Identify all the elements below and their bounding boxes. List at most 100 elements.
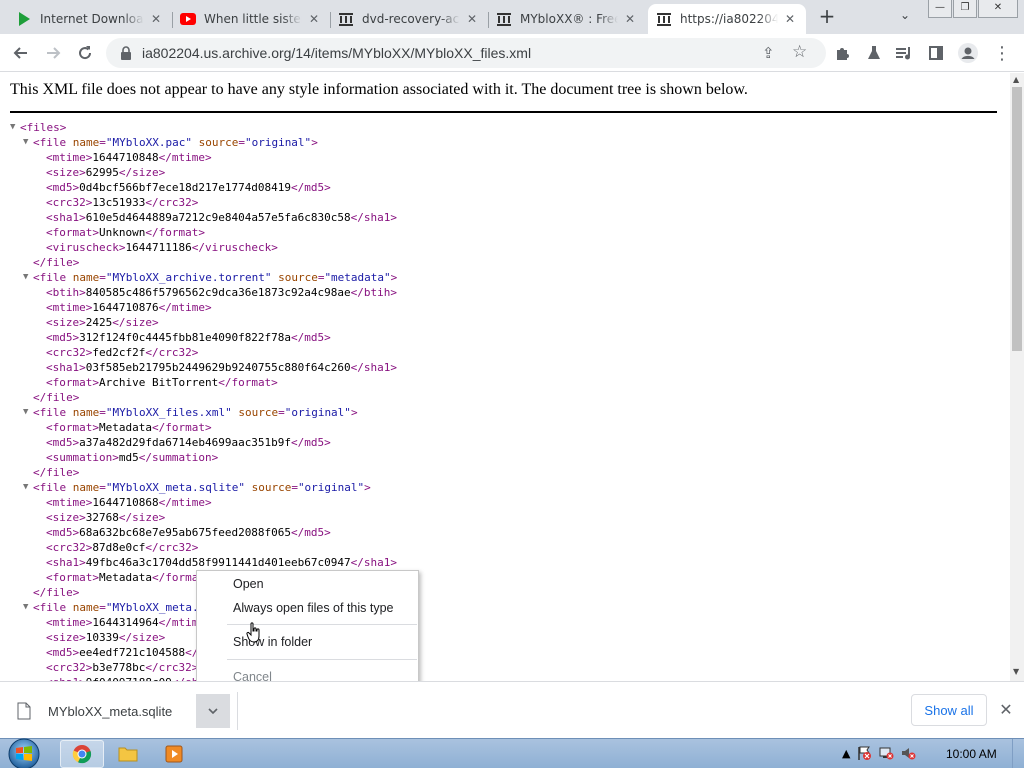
scrollbar-thumb[interactable]: [1012, 87, 1022, 351]
profile-avatar-icon[interactable]: [958, 43, 978, 63]
xml-tag: </sha1>: [350, 361, 398, 374]
menu-item-open[interactable]: Open: [233, 574, 264, 594]
collapse-triangle-icon[interactable]: ▼: [23, 600, 33, 615]
forward-button[interactable]: [40, 40, 66, 66]
xml-text: 62995: [85, 166, 119, 179]
taskbar-chrome[interactable]: [60, 740, 104, 768]
xml-attr-name: name: [66, 136, 100, 149]
tab-mybloxx[interactable]: MYbloXX® : Free ✕: [488, 4, 646, 34]
tab-youtube[interactable]: When little sister ✕: [172, 4, 330, 34]
tab-active-xml[interactable]: https://ia802204.us. ✕: [648, 4, 806, 34]
xml-line: <md5>a37a482d29fda6714eb4699aac351b9f</m…: [0, 435, 397, 450]
green-play-icon: [16, 11, 32, 27]
bookmark-star-icon[interactable]: ☆: [792, 42, 807, 62]
collapse-triangle-icon[interactable]: ▼: [10, 120, 20, 135]
xml-line: <format>Unknown</format>: [0, 225, 397, 240]
xml-text: 840585c486f5796562c9dca36e1873c92a4c98ae: [85, 286, 351, 299]
xml-line: <crc32>87d8e0cf</crc32>: [0, 540, 397, 555]
browser-toolbar: ia802204.us.archive.org/14/items/MYbloXX…: [0, 34, 1024, 72]
show-all-button[interactable]: Show all: [911, 694, 987, 726]
side-panel-icon[interactable]: [926, 43, 946, 63]
url-text[interactable]: ia802204.us.archive.org/14/items/MYbloXX…: [142, 45, 531, 61]
xml-attr-value: "original": [297, 481, 365, 494]
kebab-menu-icon[interactable]: ⋮: [992, 43, 1012, 64]
xml-tag: </crc32>: [145, 346, 199, 359]
xml-text: b3e778bc: [92, 661, 146, 674]
youtube-icon: [180, 11, 196, 27]
xml-tag: >: [59, 121, 67, 134]
action-center-flag-icon[interactable]: [856, 745, 872, 761]
xml-text: 13c51933: [92, 196, 146, 209]
xml-tag: </file>: [33, 586, 80, 599]
tab-search-chevron-icon[interactable]: ⌄: [896, 8, 914, 26]
xml-line: <crc32>13c51933</crc32>: [0, 195, 397, 210]
xml-tag: <crc32>: [46, 346, 93, 359]
menu-item-always-open[interactable]: Always open files of this type: [233, 598, 394, 618]
tab-internet-download-manager[interactable]: Internet Download Manager ✕: [8, 4, 172, 34]
close-tab-icon[interactable]: ✕: [622, 11, 638, 27]
minimize-button[interactable]: —: [928, 0, 952, 18]
share-icon[interactable]: ⇪: [762, 44, 775, 62]
network-icon[interactable]: [878, 745, 894, 761]
new-tab-button[interactable]: +: [816, 6, 838, 28]
extensions-puzzle-icon[interactable]: [832, 43, 852, 63]
vertical-scrollbar[interactable]: ▲ ▼: [1010, 73, 1024, 681]
xml-text: fed2cf2f: [92, 346, 146, 359]
xml-notice: This XML file does not appear to have an…: [10, 81, 997, 113]
xml-text: 312f124f0c4445fbb81e4090f822f78a: [79, 331, 292, 344]
download-context-menu: Open Always open files of this type Show…: [196, 570, 419, 691]
reload-button[interactable]: [72, 40, 98, 66]
close-tab-icon[interactable]: ✕: [306, 11, 322, 27]
close-window-button[interactable]: ✕: [978, 0, 1018, 18]
mouse-cursor-icon: [246, 622, 260, 643]
menu-divider: [227, 659, 417, 660]
lab-flask-icon[interactable]: [864, 43, 884, 63]
xml-tag: <btih>: [46, 286, 86, 299]
xml-line: ▼ <files>: [0, 120, 397, 135]
xml-line: <btih>840585c486f5796562c9dca36e1873c92a…: [0, 285, 397, 300]
volume-muted-icon[interactable]: [900, 745, 916, 761]
collapse-triangle-icon[interactable]: ▼: [23, 480, 33, 495]
xml-tag: <md5>: [46, 436, 80, 449]
xml-tag: <size>: [46, 166, 86, 179]
media-playlist-icon[interactable]: [894, 43, 914, 63]
xml-line: <mtime>1644710876</mtime>: [0, 300, 397, 315]
taskbar-media-player[interactable]: [152, 740, 196, 768]
tray-expand-icon[interactable]: ▲: [842, 747, 850, 760]
close-tab-icon[interactable]: ✕: [782, 11, 798, 27]
close-shelf-icon[interactable]: ✕: [996, 700, 1016, 720]
lock-icon[interactable]: [118, 45, 134, 61]
scroll-down-arrow-icon[interactable]: ▼: [1013, 667, 1019, 676]
forward-arrow-icon: [47, 47, 61, 59]
xml-tag: <mtime>: [46, 301, 93, 314]
restore-button[interactable]: ❐: [953, 0, 977, 18]
taskbar-clock[interactable]: 10:00 AM: [946, 747, 997, 761]
archive-icon: [496, 11, 512, 27]
address-bar[interactable]: ia802204.us.archive.org/14/items/MYbloXX…: [106, 38, 826, 68]
collapse-triangle-icon[interactable]: ▼: [23, 135, 33, 150]
close-tab-icon[interactable]: ✕: [148, 11, 164, 27]
download-shelf: MYbloXX_meta.sqlite Show all ✕: [0, 681, 1024, 738]
xml-attr-value: "MYbloXX_meta.sqlite": [105, 481, 245, 494]
taskbar-explorer[interactable]: [106, 740, 150, 768]
tab-dvd-recovery[interactable]: dvd-recovery-ace ✕: [330, 4, 488, 34]
download-options-chevron-icon[interactable]: [196, 694, 230, 728]
xml-tag: <size>: [46, 511, 86, 524]
xml-tag: <crc32>: [46, 661, 93, 674]
collapse-triangle-icon[interactable]: ▼: [23, 405, 33, 420]
back-button[interactable]: [8, 40, 34, 66]
scroll-up-arrow-icon[interactable]: ▲: [1013, 75, 1019, 84]
xml-tag: </format>: [145, 226, 205, 239]
menu-item-show-in-folder[interactable]: Show in folder: [233, 632, 312, 652]
xml-tag: </mtime>: [158, 301, 212, 314]
xml-tag: </file>: [33, 466, 80, 479]
collapse-triangle-icon[interactable]: ▼: [23, 270, 33, 285]
xml-tag: </md5>: [291, 181, 331, 194]
xml-attr-name: source: [191, 136, 239, 149]
show-desktop-button[interactable]: [1012, 739, 1024, 768]
close-tab-icon[interactable]: ✕: [464, 11, 480, 27]
start-orb-icon[interactable]: [6, 737, 42, 768]
page-content: This XML file does not appear to have an…: [0, 73, 1010, 681]
xml-line: <md5>312f124f0c4445fbb81e4090f822f78a</m…: [0, 330, 397, 345]
xml-tag: </mtime>: [158, 151, 212, 164]
